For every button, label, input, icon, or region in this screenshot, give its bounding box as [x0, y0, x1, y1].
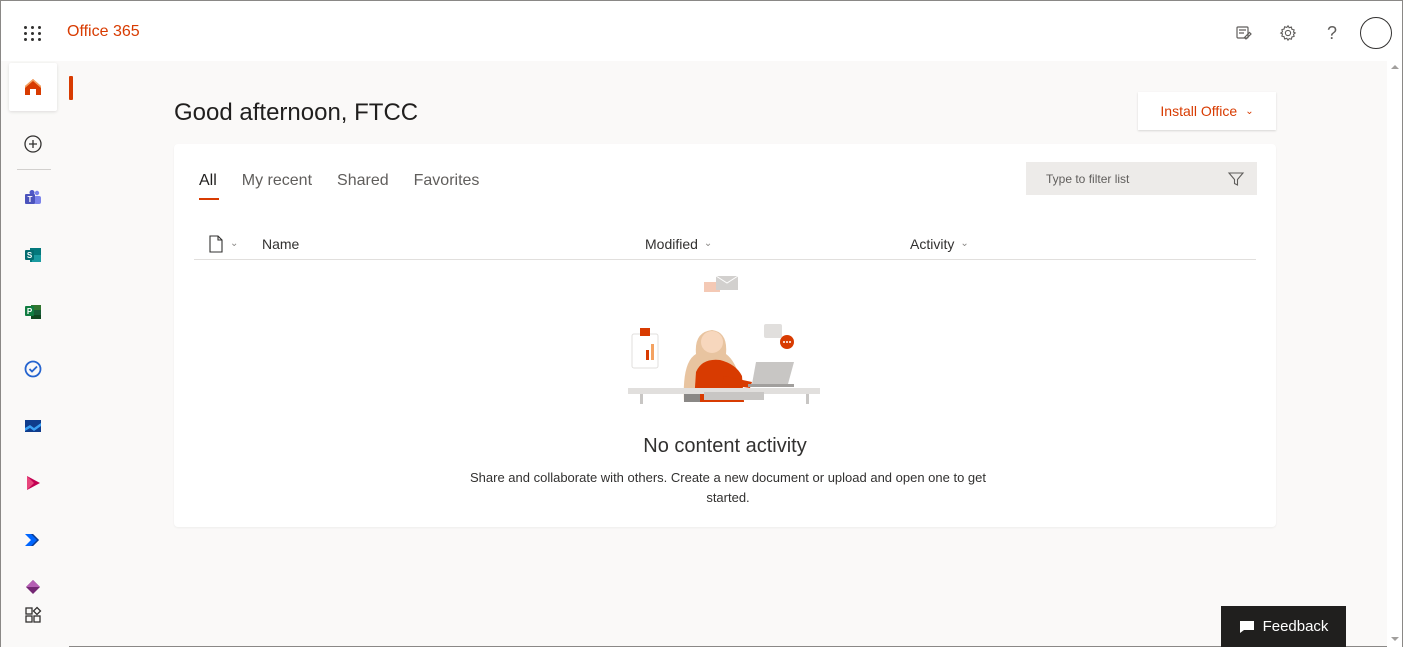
chevron-down-icon: ⌄ [960, 238, 969, 249]
rail-all-apps[interactable] [9, 591, 57, 639]
document-icon [209, 234, 223, 253]
empty-state-illustration [628, 275, 820, 404]
page-title: Good afternoon, FTCC [174, 99, 419, 126]
chevron-down-icon: ⌄ [1245, 105, 1254, 117]
scrollbar[interactable] [1387, 61, 1402, 647]
my-day-icon[interactable] [1222, 13, 1266, 53]
content-card: All My recent Shared Favorites ⌄ Name Mo… [174, 144, 1276, 527]
top-icons: ? [1222, 13, 1392, 53]
tab-all[interactable]: All [199, 172, 219, 200]
settings-icon[interactable] [1266, 13, 1310, 53]
column-header: ⌄ Name Modified ⌄ Activity ⌄ [194, 228, 1256, 260]
empty-state-description: Share and collaborate with others. Creat… [469, 470, 986, 505]
tab-my-recent[interactable]: My recent [242, 172, 312, 198]
name-column-label: Name [262, 235, 300, 252]
feedback-icon [1239, 620, 1254, 633]
chevron-down-icon: ⌄ [230, 238, 239, 249]
rail-power-automate[interactable] [9, 516, 57, 564]
rail-create[interactable] [9, 120, 57, 168]
kaizala-icon [25, 420, 41, 432]
svg-text:S: S [27, 251, 33, 260]
scroll-down-icon[interactable] [1391, 637, 1399, 641]
top-bar: Office 365 ? [1, 1, 1402, 61]
all-apps-icon [25, 606, 42, 623]
rail-sharepoint[interactable]: S [9, 231, 57, 279]
filter-icon[interactable] [1227, 170, 1245, 188]
left-rail: T S P [1, 61, 73, 647]
active-indicator [69, 76, 73, 100]
chevron-down-icon: ⌄ [703, 238, 713, 249]
rail-project[interactable]: P [9, 288, 57, 336]
svg-text:P: P [27, 307, 33, 316]
app-launcher-icon[interactable] [21, 21, 45, 45]
power-automate-icon [25, 534, 39, 546]
stream-icon [27, 476, 40, 490]
avatar[interactable] [1360, 17, 1392, 49]
install-office-label: Install Office [1160, 103, 1238, 119]
activity-column-label: Activity [910, 235, 955, 252]
home-icon [25, 79, 41, 95]
help-icon[interactable]: ? [1310, 13, 1354, 53]
teams-icon: T [25, 190, 41, 204]
tab-favorites[interactable]: Favorites [414, 172, 480, 198]
feedback-label: Feedback [1262, 618, 1329, 635]
rail-home[interactable] [9, 63, 73, 111]
modified-column-label: Modified [645, 235, 698, 252]
rail-stream[interactable] [9, 459, 57, 507]
feedback-button[interactable]: Feedback [1221, 606, 1346, 647]
todo-icon [24, 360, 42, 378]
svg-text:T: T [28, 195, 33, 204]
brand-title[interactable]: Office 365 [67, 23, 140, 41]
modified-column[interactable]: Modified ⌄ [645, 236, 712, 252]
file-type-column[interactable]: ⌄ [208, 234, 239, 253]
rail-kaizala[interactable] [9, 402, 57, 450]
name-column[interactable]: Name [262, 236, 299, 252]
scroll-up-icon[interactable] [1391, 65, 1399, 69]
rail-todo[interactable] [9, 345, 57, 393]
rail-divider [17, 169, 51, 170]
empty-state-title: No content activity [643, 435, 807, 457]
filter-box [1026, 162, 1257, 195]
file-tabs: All My recent Shared Favorites [199, 172, 480, 200]
tab-shared[interactable]: Shared [337, 172, 389, 198]
activity-column[interactable]: Activity ⌄ [910, 236, 969, 252]
project-icon: P [25, 305, 41, 319]
create-icon [24, 135, 42, 153]
filter-input[interactable] [1046, 171, 1216, 186]
install-office-button[interactable]: Install Office ⌄ [1138, 92, 1276, 130]
rail-teams[interactable]: T [9, 174, 57, 222]
sharepoint-icon: S [25, 248, 41, 262]
